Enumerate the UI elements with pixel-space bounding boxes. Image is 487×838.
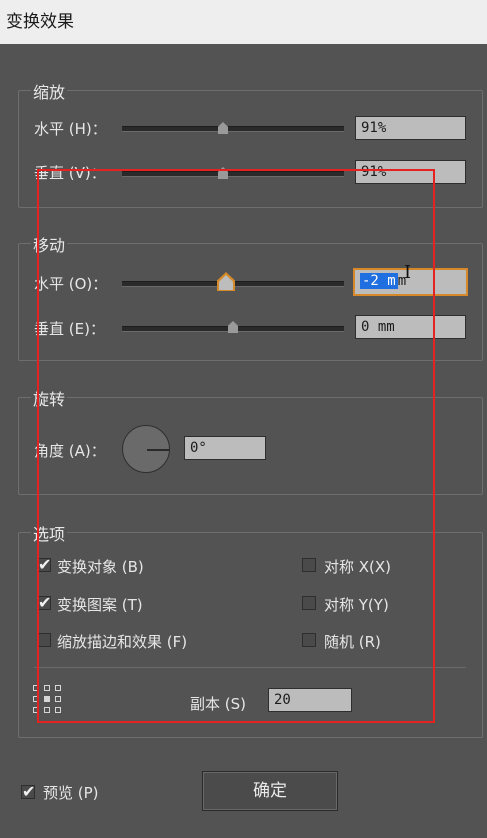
scale-horizontal-label: 水平 (H)： [34, 120, 107, 138]
highlight-annotation [37, 169, 435, 723]
dialog-title: 变换效果 [0, 0, 487, 44]
scale-legend: 缩放 [31, 79, 68, 103]
preview-label[interactable]: 预览 (P) [43, 782, 99, 803]
scale-horizontal-input[interactable]: 91% [355, 116, 466, 140]
scale-horizontal-slider[interactable] [122, 126, 344, 132]
preview-checkbox[interactable] [21, 782, 35, 801]
ok-button[interactable]: 确定 [202, 771, 338, 811]
